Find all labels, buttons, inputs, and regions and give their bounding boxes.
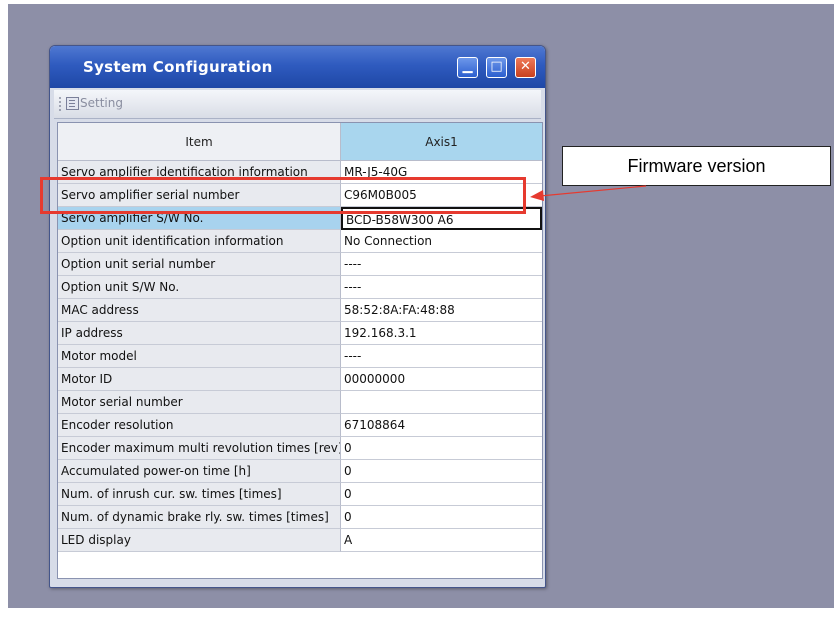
item-cell[interactable]: Accumulated power-on time [h] — [58, 460, 341, 483]
column-header-axis1[interactable]: Axis1 — [341, 123, 542, 161]
setting-icon — [66, 97, 79, 110]
axis1-value-cell[interactable]: 0 — [341, 437, 542, 460]
table-row[interactable]: Option unit S/W No. ---- — [58, 276, 542, 299]
close-button[interactable]: ✕ — [515, 57, 536, 78]
item-cell[interactable]: Option unit identification information — [58, 230, 341, 253]
item-cell[interactable]: LED display — [58, 529, 341, 552]
table-row[interactable]: Motor model ---- — [58, 345, 542, 368]
table-row[interactable]: LED display A — [58, 529, 542, 552]
table-row[interactable]: Option unit identification information No… — [58, 230, 542, 253]
system-configuration-window: System Configuration ▁ □ ✕ Setting Item … — [49, 45, 546, 588]
item-cell[interactable]: Num. of dynamic brake rly. sw. times [ti… — [58, 506, 341, 529]
table-row[interactable]: Motor serial number — [58, 391, 542, 414]
axis1-value-cell[interactable]: 0 — [341, 483, 542, 506]
table-row[interactable]: IP address 192.168.3.1 — [58, 322, 542, 345]
firmware-version-callout: Firmware version — [562, 146, 831, 186]
axis1-value-cell[interactable]: No Connection — [341, 230, 542, 253]
axis1-value-cell[interactable]: ---- — [341, 253, 542, 276]
minimize-button[interactable]: ▁ — [457, 57, 478, 78]
table-row[interactable]: Motor ID 00000000 — [58, 368, 542, 391]
toolbar: Setting — [54, 90, 541, 119]
item-cell[interactable]: IP address — [58, 322, 341, 345]
axis1-value-cell[interactable] — [341, 391, 542, 414]
axis1-value-cell[interactable]: 0 — [341, 506, 542, 529]
toolbar-grip-icon[interactable] — [59, 96, 61, 112]
item-cell[interactable]: Option unit S/W No. — [58, 276, 341, 299]
maximize-button[interactable]: □ — [486, 57, 507, 78]
axis1-value-cell[interactable]: 00000000 — [341, 368, 542, 391]
item-cell[interactable]: Motor model — [58, 345, 341, 368]
table-row[interactable]: MAC address 58:52:8A:FA:48:88 — [58, 299, 542, 322]
axis1-value-cell[interactable]: 192.168.3.1 — [341, 322, 542, 345]
window-title: System Configuration — [83, 58, 273, 76]
item-cell[interactable]: Encoder maximum multi revolution times [… — [58, 437, 341, 460]
column-header-item[interactable]: Item — [58, 123, 341, 161]
item-cell[interactable]: Motor serial number — [58, 391, 341, 414]
item-cell[interactable]: Motor ID — [58, 368, 341, 391]
table-row[interactable]: Num. of dynamic brake rly. sw. times [ti… — [58, 506, 542, 529]
axis1-value-cell[interactable]: ---- — [341, 345, 542, 368]
table-row[interactable]: Num. of inrush cur. sw. times [times] 0 — [58, 483, 542, 506]
axis1-value-cell[interactable]: 0 — [341, 460, 542, 483]
setting-button[interactable]: Setting — [80, 96, 123, 110]
table-row[interactable]: Encoder maximum multi revolution times [… — [58, 437, 542, 460]
item-cell[interactable]: Encoder resolution — [58, 414, 341, 437]
axis1-value-cell[interactable]: 58:52:8A:FA:48:88 — [341, 299, 542, 322]
firmware-highlight-box — [40, 177, 526, 214]
item-cell[interactable]: MAC address — [58, 299, 341, 322]
table-row[interactable]: Accumulated power-on time [h] 0 — [58, 460, 542, 483]
title-bar[interactable]: System Configuration ▁ □ ✕ — [50, 46, 545, 88]
axis1-value-cell[interactable]: A — [341, 529, 542, 552]
item-cell[interactable]: Option unit serial number — [58, 253, 341, 276]
table-row[interactable]: Encoder resolution 67108864 — [58, 414, 542, 437]
table-row[interactable]: Option unit serial number ---- — [58, 253, 542, 276]
axis1-value-cell[interactable]: 67108864 — [341, 414, 542, 437]
axis1-value-cell[interactable]: ---- — [341, 276, 542, 299]
item-cell[interactable]: Num. of inrush cur. sw. times [times] — [58, 483, 341, 506]
